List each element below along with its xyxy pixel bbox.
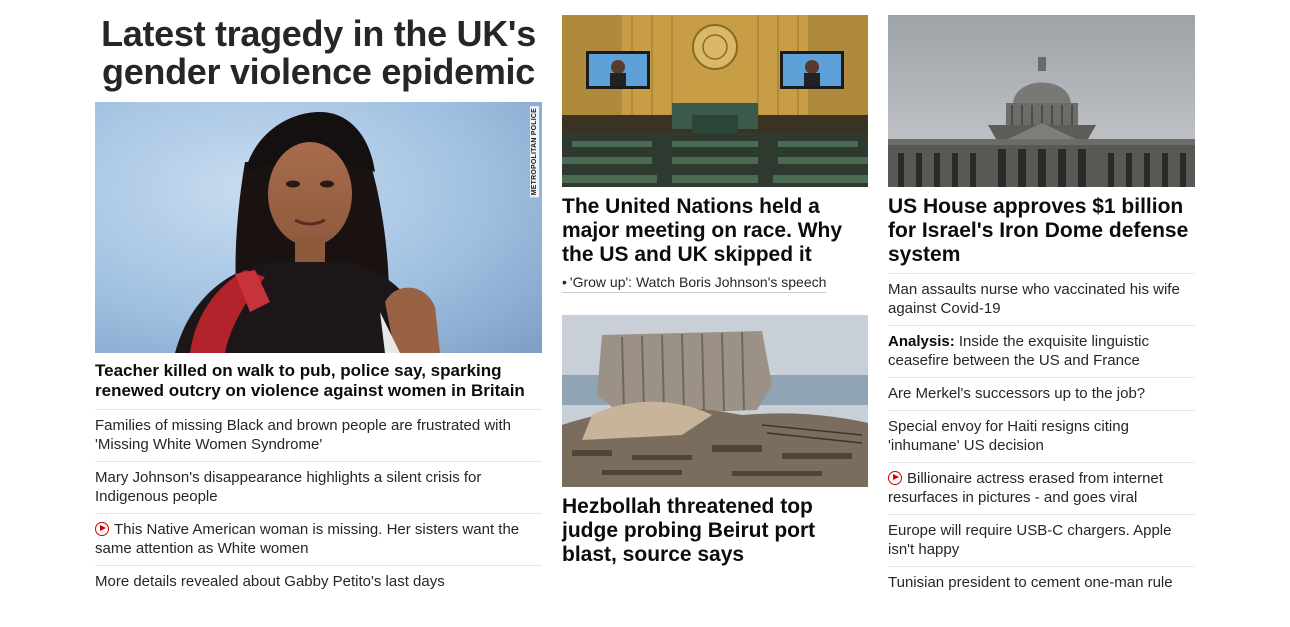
list-item[interactable]: Europe will require USB-C chargers. Appl… [888, 515, 1195, 567]
list-item[interactable]: Billionaire actress erased from internet… [888, 463, 1195, 515]
lead-story-image[interactable]: METROPOLITAN POLICE [95, 102, 542, 353]
list-item[interactable]: More details revealed about Gabby Petito… [95, 566, 542, 598]
middle-column: The United Nations held a major meeting … [562, 0, 868, 567]
link-text: Mary Johnson's disappearance highlights … [95, 469, 482, 505]
lead-related-links: Families of missing Black and brown peop… [95, 410, 542, 598]
image-credit: METROPOLITAN POLICE [530, 106, 539, 198]
us-related-links: Man assaults nurse who vaccinated his wi… [888, 273, 1195, 599]
play-video-icon [888, 471, 902, 485]
zone-title[interactable]: Latest tragedy in the UK's gender violen… [95, 15, 542, 91]
list-item[interactable]: Families of missing Black and brown peop… [95, 410, 542, 462]
link-text: Special envoy for Haiti resigns citing '… [888, 418, 1129, 454]
lead-headline[interactable]: Teacher killed on walk to pub, police sa… [95, 361, 542, 410]
beirut-headline[interactable]: Hezbollah threatened top judge probing B… [562, 495, 868, 567]
zone-title-line1: Latest tragedy in the UK's [101, 13, 536, 54]
zone-title-line2: gender violence epidemic [102, 51, 535, 92]
list-item[interactable]: Man assaults nurse who vaccinated his wi… [888, 274, 1195, 326]
list-item[interactable]: Special envoy for Haiti resigns citing '… [888, 411, 1195, 463]
lead-column: Latest tragedy in the UK's gender violen… [95, 0, 542, 598]
right-column: US House approves $1 billion for Israel'… [888, 0, 1195, 599]
link-text: This Native American woman is missing. H… [95, 521, 520, 557]
un-headline[interactable]: The United Nations held a major meeting … [562, 195, 868, 267]
sub-link-text: 'Grow up': Watch Boris Johnson's speech [569, 274, 827, 290]
us-capitol-image [888, 15, 1195, 187]
list-item[interactable]: Mary Johnson's disappearance highlights … [95, 462, 542, 514]
link-text: Man assaults nurse who vaccinated his wi… [888, 281, 1180, 317]
link-text: More details revealed about Gabby Petito… [95, 573, 445, 590]
analysis-label: Analysis: [888, 333, 955, 350]
capitol-story-image[interactable] [888, 15, 1195, 187]
link-text: Europe will require USB-C chargers. Appl… [888, 522, 1172, 558]
list-item[interactable]: Are Merkel's successors up to the job? [888, 378, 1195, 411]
bullet: • [562, 274, 567, 290]
boris-johnson-video-link[interactable]: • 'Grow up': Watch Boris Johnson's speech [562, 273, 827, 293]
list-item[interactable]: Tunisian president to cement one-man rul… [888, 567, 1195, 599]
link-text: Families of missing Black and brown peop… [95, 417, 512, 453]
list-item[interactable]: Analysis: Inside the exquisite linguisti… [888, 326, 1195, 378]
link-text: Tunisian president to cement one-man rul… [888, 574, 1173, 591]
teacher-portrait-image [95, 102, 542, 353]
link-text: Are Merkel's successors up to the job? [888, 385, 1146, 402]
link-text: Billionaire actress erased from internet… [888, 470, 1163, 506]
list-item[interactable]: This Native American woman is missing. H… [95, 514, 542, 566]
un-story-image[interactable] [562, 15, 868, 187]
un-general-assembly-image [562, 15, 868, 187]
us-house-headline[interactable]: US House approves $1 billion for Israel'… [888, 195, 1195, 267]
play-video-icon [95, 522, 109, 536]
beirut-port-blast-image [562, 315, 868, 487]
beirut-story-image[interactable] [562, 315, 868, 487]
